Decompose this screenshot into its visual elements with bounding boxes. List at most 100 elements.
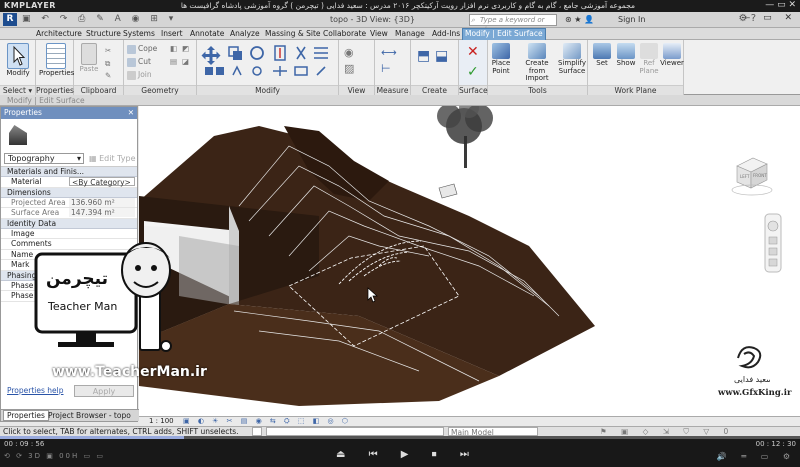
main-model-dropdown[interactable]: Main Model: [448, 427, 538, 437]
select-group-label[interactable]: Select ▾: [0, 85, 35, 95]
dimension-icon[interactable]: ⊢: [381, 62, 391, 75]
status-box-1[interactable]: [252, 427, 262, 436]
measure-group-label: Measure: [375, 85, 410, 95]
player-controls: 00 : 09 : 56 00 : 12 : 30 ⟲ ⟳ 3D ▣ 00H ▭…: [0, 436, 800, 467]
hide-icon[interactable]: ◉: [344, 46, 354, 59]
bench: [438, 183, 458, 199]
edit-type-button[interactable]: ▦ Edit Type: [89, 154, 136, 163]
geometry-tool-4[interactable]: ◪: [182, 57, 189, 66]
cope-icon: [127, 44, 136, 54]
player-right-buttons[interactable]: 🔊 ═ ▭ ⚙: [717, 452, 796, 461]
view-scale[interactable]: 1 : 100: [149, 417, 174, 425]
status-bar: Click to select, TAB for alternates, CTR…: [0, 426, 800, 437]
navigation-bar[interactable]: [764, 213, 782, 273]
geometry-tool-2[interactable]: ◩: [182, 44, 189, 53]
create-from-import-button[interactable]: Create from Import: [519, 43, 555, 83]
create-similar-icon[interactable]: ⬒: [417, 48, 430, 64]
tab-properties[interactable]: Properties: [3, 410, 49, 421]
status-tray-icons[interactable]: ⚑ ▣ ◇ ⇲ ⛉ ▽ 0: [600, 427, 734, 436]
create-group-label: Create: [411, 85, 458, 95]
properties-group-label: Properties: [36, 85, 74, 95]
3d-viewport[interactable]: LEFT FRONT: [139, 106, 800, 416]
measure-icon[interactable]: ⟷: [381, 46, 397, 59]
player-window-controls[interactable]: — ▭ ✕: [765, 0, 796, 10]
cope-button[interactable]: Cope: [127, 44, 157, 54]
view-cube[interactable]: LEFT FRONT: [731, 157, 773, 196]
gfxking-fa-name: سعید فدایی: [734, 375, 770, 384]
tab-systems[interactable]: Systems: [121, 29, 157, 40]
badge-mouse: [160, 340, 172, 352]
override-icon[interactable]: ▨: [344, 62, 354, 75]
section-materials[interactable]: Materials and Finis...: [1, 167, 137, 177]
tab-view[interactable]: View: [368, 29, 390, 40]
material-field[interactable]: <By Category>: [69, 177, 135, 187]
simplify-surface-button[interactable]: Simplify Surface: [558, 43, 586, 75]
section-dimensions[interactable]: Dimensions: [1, 187, 137, 198]
tab-architecture[interactable]: Architecture: [34, 29, 84, 40]
player-left-buttons[interactable]: ⟲ ⟳ 3D ▣ 00H ▭ ▭: [4, 452, 105, 460]
application-menu-button[interactable]: R: [3, 13, 17, 26]
clipboard-group: Paste ✂ ⧉ ✎ Clipboard: [74, 40, 124, 95]
badge-stand: [76, 332, 96, 342]
window-controls[interactable]: — ▭ ✕: [741, 13, 797, 23]
tab-manage[interactable]: Manage: [393, 29, 427, 40]
create-group-icon[interactable]: ⬓: [435, 48, 448, 64]
tab-modify-edit-surface[interactable]: Modify | Edit Surface: [462, 28, 546, 40]
ref-plane-button[interactable]: Ref Plane: [638, 43, 660, 75]
join-button[interactable]: Join: [127, 70, 152, 80]
playback-buttons[interactable]: ⏏ ⏮ ▶ ⏹ ⏭: [336, 449, 479, 460]
modify-button[interactable]: Modify: [5, 43, 31, 78]
topography-scene: LEFT FRONT: [139, 106, 782, 406]
tab-annotate[interactable]: Annotate: [188, 29, 226, 40]
paste-label: Paste: [79, 65, 99, 73]
import-icon: [528, 43, 546, 59]
viewer-button[interactable]: Viewer: [660, 43, 684, 68]
tab-structure[interactable]: Structure: [84, 29, 123, 40]
copy-clip-icon[interactable]: ⧉: [105, 59, 110, 69]
tab-massing-site[interactable]: Massing & Site: [263, 29, 323, 40]
tab-add-ins[interactable]: Add-Ins: [430, 29, 462, 40]
search-icon: ⌕: [471, 16, 475, 24]
cut-clip-icon[interactable]: ✂: [105, 46, 111, 55]
search-input[interactable]: ⌕ Type a keyword or phrase: [469, 14, 557, 34]
tab-collaborate[interactable]: Collaborate: [321, 29, 368, 40]
properties-help-link[interactable]: Properties help: [7, 386, 64, 395]
tab-insert[interactable]: Insert: [159, 29, 185, 40]
player-logo: KMPLAYER: [4, 1, 56, 10]
quick-access-tools[interactable]: ▣ ↶ ↷ ⎙ ✎ A ◉ ⊞ ▾: [22, 14, 177, 24]
match-icon[interactable]: ✎: [105, 71, 111, 80]
avatar: [121, 242, 171, 298]
avatar-eye-left: [135, 265, 141, 271]
set-button[interactable]: Set: [591, 43, 613, 68]
tab-analyze[interactable]: Analyze: [228, 29, 262, 40]
view-control-icons[interactable]: ▣ ◐ ☀ ✂ ▤ ◉ ⇆ ⛭ ⬚ ◧ ◎ ⬡: [183, 417, 351, 426]
geometry-tool-3[interactable]: ▤: [170, 57, 177, 66]
finish-surface-icon[interactable]: ✓: [467, 64, 479, 80]
ribbon: Modify Select ▾ Properties Properties Pa…: [0, 40, 800, 95]
cancel-edit-icon[interactable]: ✕: [467, 44, 479, 60]
type-dropdown[interactable]: Topography ▾: [4, 153, 84, 164]
properties-button[interactable]: Properties: [39, 43, 74, 78]
seek-bar[interactable]: [0, 436, 800, 439]
surface-group: ✕ ✓ Surface: [459, 40, 488, 95]
show-button[interactable]: Show: [615, 43, 637, 68]
badge-base: [58, 342, 114, 347]
close-icon[interactable]: ✕: [128, 107, 134, 119]
sign-in-button[interactable]: Sign In: [618, 15, 645, 24]
communication-icons[interactable]: ⊛ ★ 👤: [565, 15, 594, 24]
gfxking-logo: سعید فدایی: [734, 346, 770, 384]
cut-button[interactable]: Cut: [127, 57, 151, 67]
geometry-group-label: Geometry: [124, 85, 196, 95]
badge-en-name: Teacher Man: [47, 300, 117, 313]
paste-button[interactable]: Paste: [76, 43, 102, 74]
modify-tools-icons[interactable]: [197, 40, 339, 84]
status-box-2[interactable]: [266, 427, 444, 436]
view-control-bar: 1 : 100 ▣ ◐ ☀ ✂ ▤ ◉ ⇆ ⛭ ⬚ ◧ ◎ ⬡: [139, 416, 800, 426]
place-point-button[interactable]: Place Point: [490, 43, 512, 75]
tab-project-browser[interactable]: Project Browser - topo: [45, 411, 134, 420]
geometry-tool-1[interactable]: ◧: [170, 44, 177, 53]
video-title: مجموعه آموزشی جامع ، گام به گام و کاربرد…: [180, 1, 635, 10]
apply-button[interactable]: Apply: [74, 385, 134, 397]
section-identity[interactable]: Identity Data: [1, 218, 137, 229]
type-selector: Topography ▾ ▦ Edit Type: [1, 119, 137, 167]
